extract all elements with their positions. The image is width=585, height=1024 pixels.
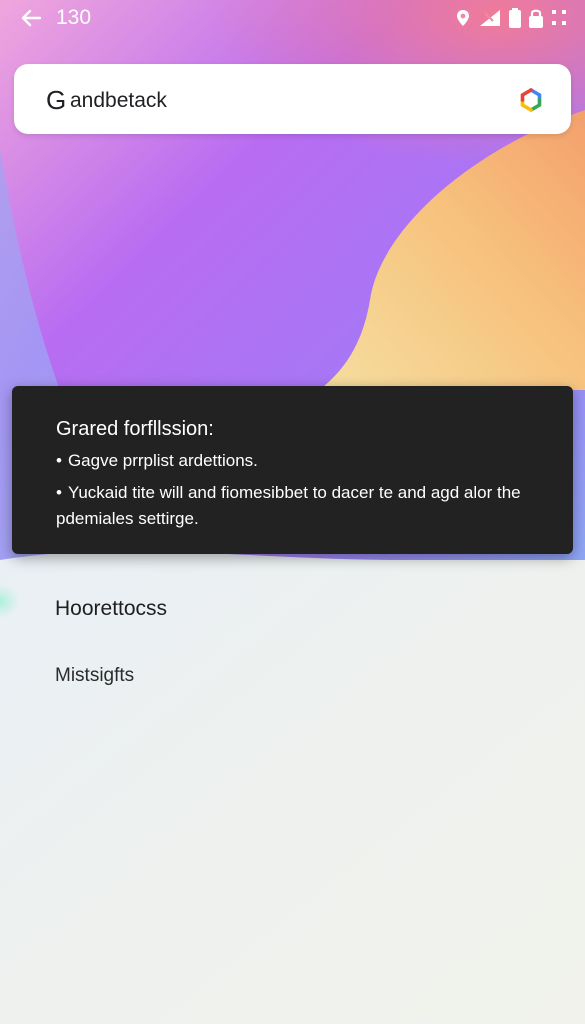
section-heading[interactable]: Hoorettocss	[55, 597, 167, 621]
google-lens-icon[interactable]	[519, 88, 543, 112]
google-logo: G	[46, 85, 67, 115]
status-icons	[455, 7, 567, 29]
permission-bullet: • Yuckaid tite will and fiomesibbet to da…	[56, 480, 536, 532]
battery-icon	[509, 8, 521, 28]
location-icon	[457, 10, 469, 26]
more-icon[interactable]	[551, 9, 567, 27]
search-bar[interactable]: G andbetack	[14, 64, 571, 134]
signal-icon	[480, 10, 500, 26]
bullet-dot: •	[56, 483, 62, 502]
status-time: 130	[56, 6, 92, 29]
search-input[interactable]: andbetack	[70, 89, 167, 113]
back-arrow-icon[interactable]	[20, 8, 42, 28]
panel-title: Grared forfllssion:	[56, 418, 214, 440]
bullet-text: Yuckaid tite will and fiomesibbet to dac…	[56, 483, 521, 528]
section-item[interactable]: Mistsigfts	[55, 665, 134, 687]
permission-panel: Grared forfllssion: • Gagve prrplist arde…	[12, 386, 573, 554]
bullet-text: Gagve prrplist ardettions.	[67, 451, 258, 470]
bullet-dot: •	[56, 451, 62, 470]
permission-bullet: • Gagve prrplist ardettions.	[56, 448, 536, 474]
lock-icon	[529, 9, 543, 28]
status-bar: 130	[0, 0, 585, 36]
